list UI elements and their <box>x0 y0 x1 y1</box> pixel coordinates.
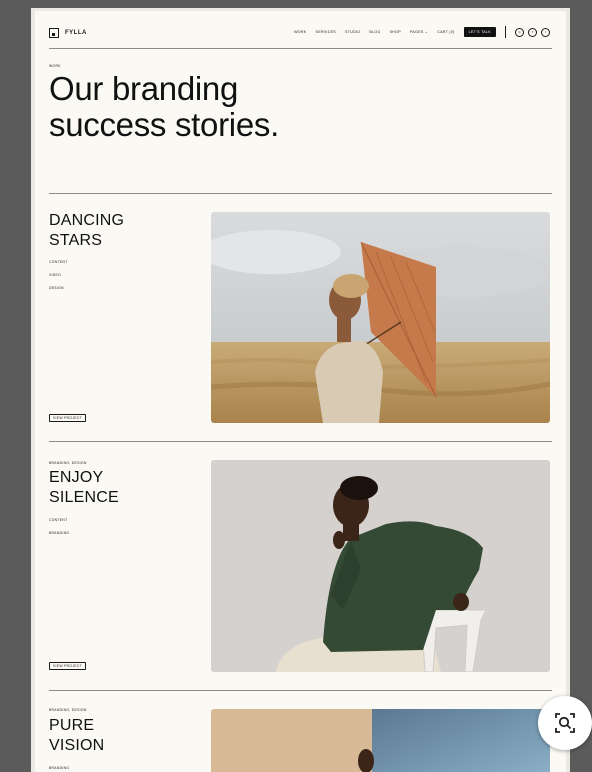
section-divider <box>49 441 552 442</box>
view-project-button[interactable]: VIEW PROJECT <box>49 662 87 670</box>
project-title-line-2: VISION <box>49 737 105 754</box>
project-tag: BRANDING, DESIGN <box>49 461 87 465</box>
logo-icon <box>49 28 59 38</box>
facebook-icon[interactable]: f <box>541 27 550 37</box>
man-on-chair-photo <box>211 460 550 672</box>
project-title-line-1: DANCING <box>49 212 125 229</box>
lets-talk-button[interactable]: LET'S TALK <box>463 27 496 37</box>
project-category: BRANDING <box>49 531 70 535</box>
page-title-line-2: success stories. <box>49 106 279 143</box>
nav-item-pages[interactable]: PAGES ⌄ <box>410 30 428 34</box>
main-nav: WORK SERVICES STUDIO BLOG SHOP PAGES ⌄ C… <box>294 26 550 38</box>
project-title[interactable]: ENJOY SILENCE <box>49 468 119 508</box>
project-title[interactable]: DANCING STARS <box>49 211 124 251</box>
zoom-search-button[interactable] <box>538 696 592 750</box>
project-title-line-1: PURE <box>49 717 95 734</box>
page-title-line-1: Our branding <box>49 70 239 107</box>
header-divider <box>49 48 552 49</box>
pure-vision-photo <box>211 709 550 772</box>
project-image-pure-vision[interactable] <box>211 709 550 772</box>
nav-item-shop[interactable]: SHOP <box>390 30 401 34</box>
project-category: BRANDING <box>49 766 70 770</box>
project-title-line-2: STARS <box>49 232 103 249</box>
nav-item-studio[interactable]: STUDIO <box>345 30 360 34</box>
project-title-line-2: SILENCE <box>49 489 119 506</box>
nav-divider <box>505 26 506 38</box>
nav-item-services[interactable]: SERVICES <box>316 30 337 34</box>
view-project-button[interactable]: VIEW PROJECT <box>49 414 87 422</box>
screenshot-frame: FYLLA WORK SERVICES STUDIO BLOG SHOP PAG… <box>31 8 570 772</box>
project-title-line-1: ENJOY <box>49 469 104 486</box>
woman-with-parasol-photo <box>211 212 550 423</box>
nav-item-cart[interactable]: CART (0) <box>437 30 454 34</box>
page-eyebrow: WORK <box>49 64 61 68</box>
logo-text: FYLLA <box>65 30 87 36</box>
nav-item-work[interactable]: WORK <box>294 30 306 34</box>
twitter-icon[interactable]: ✦ <box>528 27 537 37</box>
webpage: FYLLA WORK SERVICES STUDIO BLOG SHOP PAG… <box>35 11 566 772</box>
project-category: VIDEO <box>49 273 62 277</box>
site-logo[interactable]: FYLLA <box>49 28 87 38</box>
project-category: CONTENT <box>49 260 68 264</box>
project-tag: BRANDING, DESIGN <box>49 708 87 712</box>
magnifier-search-icon <box>555 713 575 733</box>
social-links: ◎ ✦ f <box>515 27 550 37</box>
project-image-enjoy-silence[interactable] <box>211 460 550 672</box>
page-title: Our branding success stories. <box>49 71 279 143</box>
section-divider <box>49 193 552 194</box>
project-category: CONTENT <box>49 518 68 522</box>
section-divider <box>49 690 552 691</box>
project-title[interactable]: PURE VISION <box>49 716 104 756</box>
nav-item-blog[interactable]: BLOG <box>369 30 380 34</box>
project-image-dancing-stars[interactable] <box>211 212 550 423</box>
project-category: DESIGN <box>49 286 64 290</box>
instagram-icon[interactable]: ◎ <box>515 27 524 37</box>
